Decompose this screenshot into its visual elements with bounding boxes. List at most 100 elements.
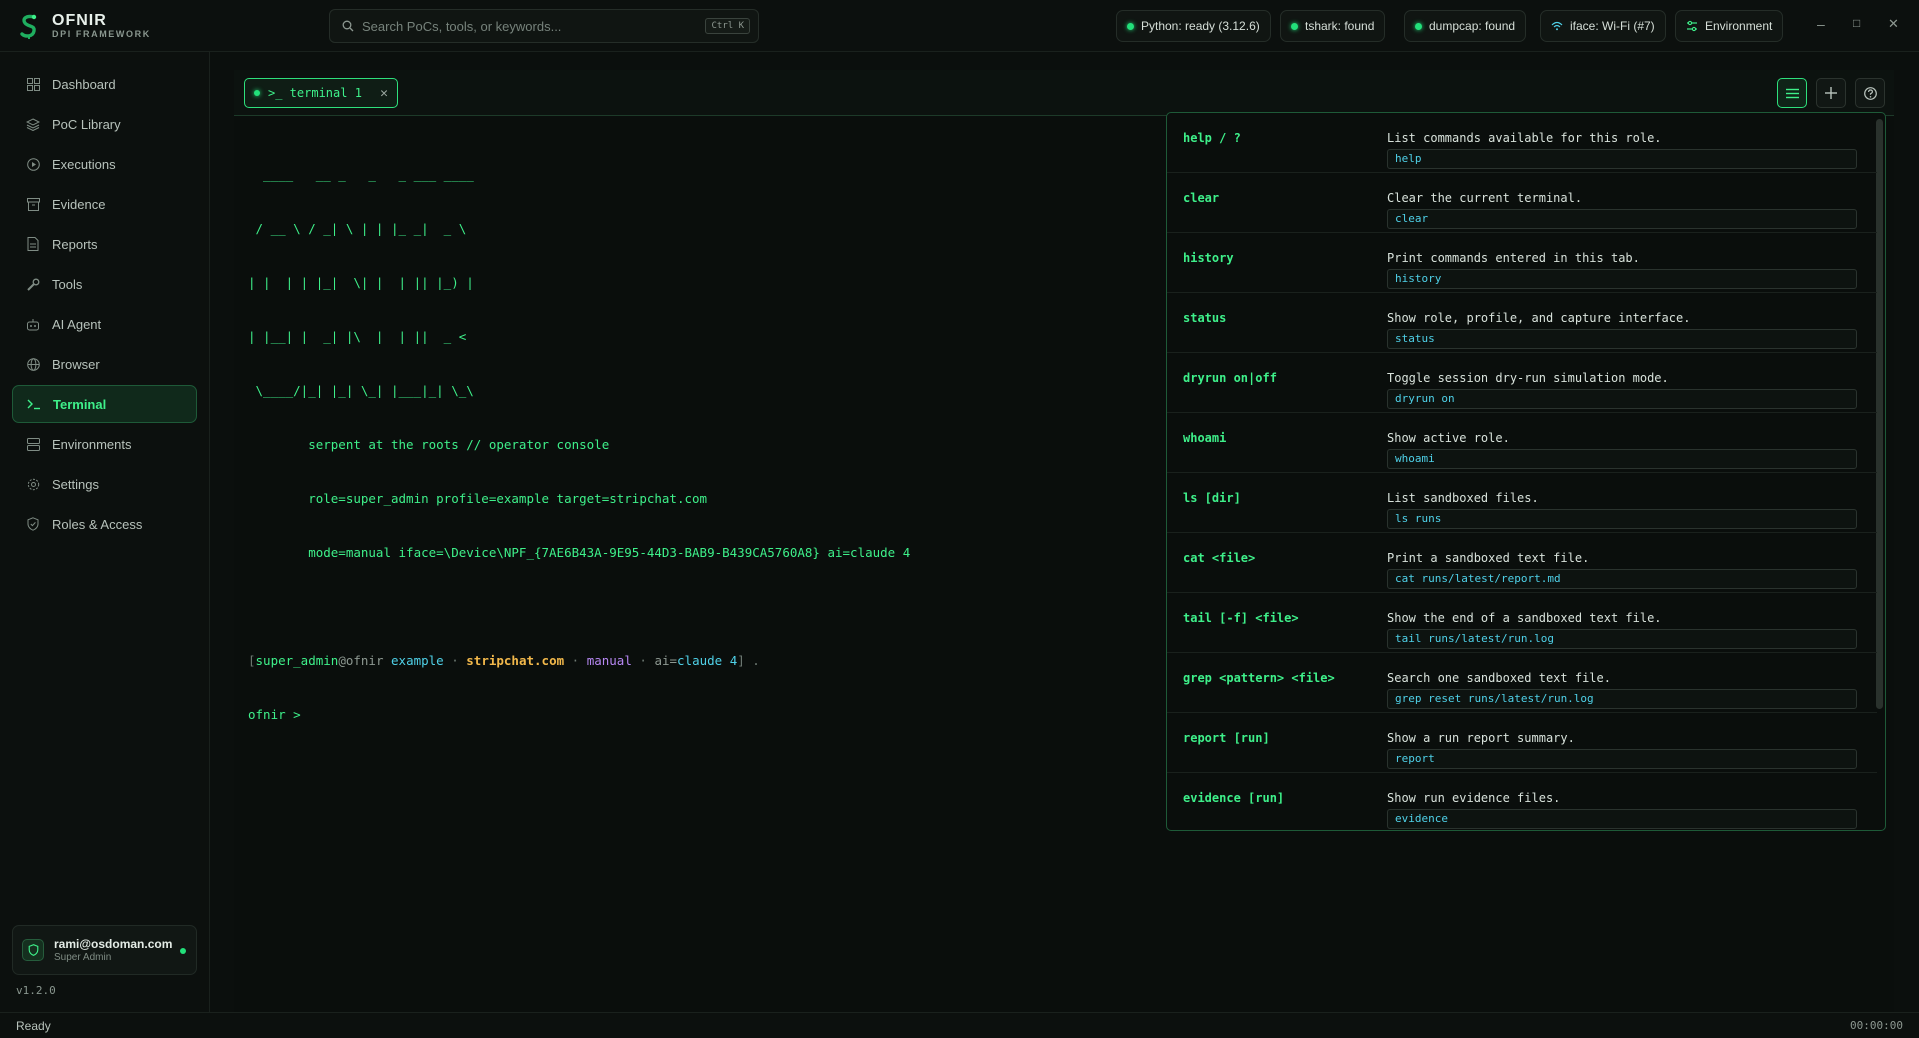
command-row[interactable]: status Show role, profile, and capture i… (1167, 293, 1877, 353)
close-tab-icon[interactable]: ✕ (380, 86, 388, 101)
terminal-output[interactable]: ____ __ _ _ _ ___ ____ / __ \ / _| \ | |… (248, 130, 1148, 760)
command-example[interactable]: cat runs/latest/report.md (1387, 569, 1857, 589)
globe-icon (26, 357, 40, 371)
sidebar-item-environments[interactable]: Environments (12, 425, 197, 463)
sidebar-item-poc-library[interactable]: PoC Library (12, 105, 197, 143)
sidebar-item-evidence[interactable]: Evidence (12, 185, 197, 223)
sidebar-item-settings[interactable]: Settings (12, 465, 197, 503)
command-row[interactable]: evidence [run] Show run evidence files. … (1167, 773, 1877, 830)
prompt-separator: · (443, 653, 467, 668)
search-shortcut: Ctrl K (705, 18, 750, 34)
list-icon (1785, 88, 1799, 98)
tab-terminal-1[interactable]: >_ terminal 1 ✕ (244, 78, 398, 108)
command-row[interactable]: dryrun on|off Toggle session dry-run sim… (1167, 353, 1877, 413)
dumpcap-status-pill[interactable]: dumpcap: found (1404, 10, 1527, 42)
close-window-button[interactable]: ✕ (1888, 16, 1899, 32)
user-card[interactable]: rami@osdoman.com Super Admin (12, 925, 197, 975)
command-row[interactable]: tail [-f] <file> Show the end of a sandb… (1167, 593, 1877, 653)
command-description: Print commands entered in this tab. (1387, 251, 1640, 265)
prompt-context: [super_admin@ofnir example · stripchat.c… (248, 652, 1148, 670)
sidebar-item-tools[interactable]: Tools (12, 265, 197, 303)
help-scrollbar[interactable] (1876, 119, 1883, 709)
status-dot (1127, 22, 1134, 30)
command-row[interactable]: cat <file> Print a sandboxed text file. … (1167, 533, 1877, 593)
command-row[interactable]: report [run] Show a run report summary. … (1167, 713, 1877, 773)
command-example[interactable]: tail runs/latest/run.log (1387, 629, 1857, 649)
command-example[interactable]: ls runs (1387, 509, 1857, 529)
environment-label: Environment (1705, 19, 1773, 33)
banner-session-info: role=super_admin profile=example target=… (248, 491, 708, 506)
sidebar-item-roles-access[interactable]: Roles & Access (12, 505, 197, 543)
prompt-profile: example (391, 653, 444, 668)
status-bar: Ready 00:00:00 (0, 1012, 1919, 1038)
tab-label: >_ terminal 1 (268, 86, 362, 100)
command-example[interactable]: history (1387, 269, 1857, 289)
command-row[interactable]: grep <pattern> <file> Search one sandbox… (1167, 653, 1877, 713)
environment-button[interactable]: Environment (1675, 10, 1784, 42)
help-button[interactable] (1855, 78, 1885, 108)
command-example[interactable]: status (1387, 329, 1857, 349)
shield-icon (26, 517, 40, 531)
new-tab-button[interactable] (1816, 78, 1846, 108)
command-row[interactable]: help / ? List commands available for thi… (1167, 113, 1877, 173)
command-description: List commands available for this role. (1387, 131, 1662, 145)
prompt-separator: · (564, 653, 587, 668)
python-status: Python: ready (3.12.6) (1141, 19, 1260, 33)
sidebar-item-dashboard[interactable]: Dashboard (12, 65, 197, 103)
maximize-button[interactable]: □ (1853, 16, 1860, 30)
brand: OFNIR DPI FRAMEWORK (16, 12, 151, 40)
sidebar-item-label: Roles & Access (52, 516, 143, 532)
command-example[interactable]: help (1387, 149, 1857, 169)
command-row[interactable]: ls [dir] List sandboxed files. ls runs (1167, 473, 1877, 533)
command-example[interactable]: whoami (1387, 449, 1857, 469)
play-circle-icon (26, 157, 40, 171)
sidebar-item-reports[interactable]: Reports (12, 225, 197, 263)
gear-icon (26, 477, 40, 491)
command-input-line[interactable]: ofnir > (248, 706, 1148, 724)
prompt-bracket: [ (248, 653, 256, 668)
sidebar-item-browser[interactable]: Browser (12, 345, 197, 383)
python-status-pill[interactable]: Python: ready (3.12.6) (1116, 10, 1271, 42)
command-example[interactable]: evidence (1387, 809, 1857, 829)
sidebar-item-executions[interactable]: Executions (12, 145, 197, 183)
sidebar-item-label: Executions (52, 156, 116, 172)
search-icon (342, 20, 354, 32)
search-bar[interactable]: Search PoCs, tools, or keywords... Ctrl … (329, 9, 759, 43)
commands-list-button[interactable] (1777, 78, 1807, 108)
wrench-icon (26, 277, 40, 291)
sidebar-item-label: Dashboard (52, 76, 116, 92)
sidebar-item-terminal[interactable]: Terminal (12, 385, 197, 423)
banner-tagline: serpent at the roots // operator console (248, 437, 610, 452)
command-example[interactable]: clear (1387, 209, 1857, 229)
banner-line: ____ __ _ _ _ ___ ____ (248, 167, 474, 182)
archive-icon (26, 197, 40, 211)
iface-status: iface: Wi-Fi (#7) (1570, 19, 1655, 33)
tshark-status-pill[interactable]: tshark: found (1280, 10, 1386, 42)
avatar (22, 939, 44, 961)
command-row[interactable]: whoami Show active role. whoami (1167, 413, 1877, 473)
iface-status-pill[interactable]: iface: Wi-Fi (#7) (1540, 10, 1666, 42)
sidebar-item-label: Evidence (52, 196, 106, 212)
command-example[interactable]: report (1387, 749, 1857, 769)
command-description: Print a sandboxed text file. (1387, 551, 1590, 565)
minimize-button[interactable]: – (1817, 16, 1825, 32)
command-description: Show active role. (1387, 431, 1510, 445)
server-icon (26, 437, 40, 451)
command-description: Show run evidence files. (1387, 791, 1561, 805)
command-name: ls [dir] (1183, 491, 1241, 505)
sidebar-item-ai-agent[interactable]: AI Agent (12, 305, 197, 343)
banner-line: | |__| | _| |\ | | || _ < (248, 329, 467, 344)
banner-line: | | | | |_| \| | | || |_) | (248, 275, 474, 290)
command-name: status (1183, 311, 1227, 325)
grid-icon (26, 77, 40, 91)
sidebar: Dashboard PoC Library Executions Evidenc… (0, 52, 210, 1012)
search-placeholder[interactable]: Search PoCs, tools, or keywords... (362, 19, 697, 34)
command-example[interactable]: grep reset runs/latest/run.log (1387, 689, 1857, 709)
command-row[interactable]: clear Clear the current terminal. clear (1167, 173, 1877, 233)
app-subtitle: DPI FRAMEWORK (52, 28, 151, 39)
command-example[interactable]: dryrun on (1387, 389, 1857, 409)
command-name: tail [-f] <file> (1183, 611, 1299, 625)
command-row[interactable]: history Print commands entered in this t… (1167, 233, 1877, 293)
commands-help-panel[interactable]: help / ? List commands available for thi… (1166, 112, 1886, 831)
